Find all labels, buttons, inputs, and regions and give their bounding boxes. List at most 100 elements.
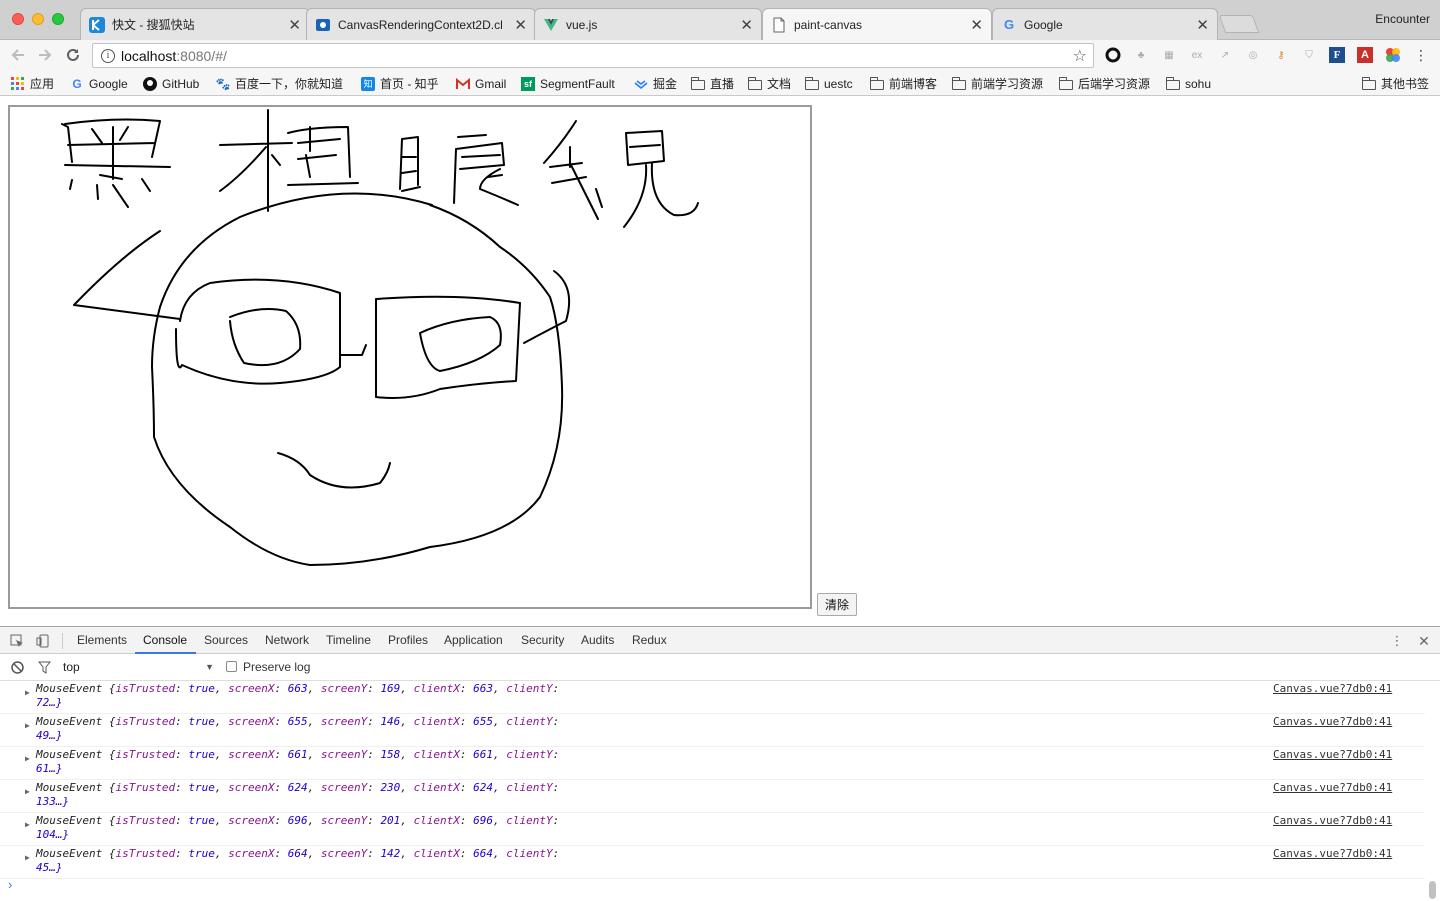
expand-triangle-icon[interactable]: ▶	[25, 721, 30, 730]
expand-triangle-icon[interactable]: ▶	[25, 820, 30, 829]
clear-console-icon[interactable]	[8, 658, 26, 676]
bookmark-other-folder[interactable]: 其他书签	[1362, 75, 1429, 92]
paint-canvas[interactable]	[8, 105, 812, 609]
console-log-row[interactable]: ▶ MouseEvent {isTrusted: true, screenX: 6…	[0, 714, 1425, 747]
external-link-extension-icon[interactable]: ↗	[1217, 47, 1233, 63]
tab-title: paint-canvas	[794, 17, 863, 32]
bookmark-folder-backend-resources[interactable]: 后端学习资源	[1059, 75, 1150, 92]
devtools-tab-security[interactable]: Security	[521, 633, 564, 647]
back-button[interactable]	[7, 44, 29, 66]
log-source-link[interactable]: Canvas.vue?7db0:41	[1273, 781, 1392, 794]
ex-extension-icon[interactable]: ex	[1189, 47, 1205, 63]
close-devtools-icon[interactable]: ✕	[1415, 632, 1433, 650]
bookmark-label: 前端博客	[889, 77, 938, 91]
bookmark-label: GitHub	[162, 76, 200, 91]
bookmark-star-icon[interactable]: ☆	[1073, 46, 1087, 66]
devtools-tab-network[interactable]: Network	[265, 633, 309, 647]
page-icon	[771, 17, 787, 33]
devtools-tab-application[interactable]: Application	[444, 633, 503, 647]
bookmark-folder-sohu[interactable]: sohu	[1166, 75, 1211, 92]
log-colon: :	[175, 715, 189, 728]
log-source-link[interactable]: Canvas.vue?7db0:41	[1273, 847, 1392, 860]
devtools-menu-icon[interactable]: ⋮	[1388, 632, 1406, 650]
devtools-tab-sources[interactable]: Sources	[204, 633, 248, 647]
expand-triangle-icon[interactable]: ▶	[25, 754, 30, 763]
address-bar[interactable]: i localhost:8080/#/ ☆	[92, 43, 1094, 68]
f-extension-icon[interactable]: F	[1329, 47, 1345, 63]
bookmark-folder-uestc[interactable]: uestc	[805, 75, 853, 92]
log-value: 169	[380, 682, 401, 695]
log-source-link[interactable]: Canvas.vue?7db0:41	[1273, 682, 1392, 695]
console-scrollbar[interactable]	[1428, 681, 1436, 901]
new-tab-button[interactable]	[1218, 15, 1260, 33]
browser-tab-kuaizhan[interactable]: 快文 - 搜狐快站 ✕	[80, 8, 310, 40]
key-extension-icon[interactable]: ⚷	[1273, 47, 1289, 63]
clear-button[interactable]: 清除	[817, 593, 857, 616]
bookmark-github[interactable]: GitHub	[143, 75, 199, 92]
grid-extension-icon[interactable]: ▦	[1161, 47, 1177, 63]
reload-button[interactable]	[62, 44, 84, 66]
a-extension-icon[interactable]: A	[1357, 47, 1373, 63]
spiral-extension-icon[interactable]: ◎	[1245, 47, 1261, 63]
log-value: 663	[473, 682, 494, 695]
expand-triangle-icon[interactable]: ▶	[25, 853, 30, 862]
browser-tab-paint-canvas[interactable]: paint-canvas ✕	[762, 8, 992, 40]
close-icon[interactable]: ✕	[514, 16, 527, 34]
log-source-link[interactable]: Canvas.vue?7db0:41	[1273, 715, 1392, 728]
forward-button[interactable]	[34, 44, 56, 66]
console-log-row[interactable]: ▶ MouseEvent {isTrusted: true, screenX: 6…	[0, 681, 1425, 714]
devtools-tab-elements[interactable]: Elements	[77, 633, 127, 647]
context-selector[interactable]: top ▼	[60, 658, 214, 676]
window-close-button[interactable]	[12, 13, 24, 25]
tree-extension-icon[interactable]: ♣	[1133, 47, 1149, 63]
filter-icon[interactable]	[35, 658, 53, 676]
expand-triangle-icon[interactable]: ▶	[25, 688, 30, 697]
shield-extension-icon[interactable]: ⛉	[1301, 47, 1317, 63]
bookmark-folder-wendang[interactable]: 文档	[748, 75, 791, 92]
bookmark-folder-frontend-blog[interactable]: 前端博客	[870, 75, 937, 92]
log-source-link[interactable]: Canvas.vue?7db0:41	[1273, 748, 1392, 761]
browser-tab-canvasrendering[interactable]: CanvasRenderingContext2D.cl ✕	[306, 8, 536, 40]
browser-tab-vuejs[interactable]: vue.js ✕	[534, 8, 762, 40]
expand-triangle-icon[interactable]: ▶	[25, 787, 30, 796]
devtools-tab-console[interactable]: Console	[143, 633, 187, 647]
log-source-link[interactable]: Canvas.vue?7db0:41	[1273, 814, 1392, 827]
window-zoom-button[interactable]	[52, 13, 64, 25]
log-colon: :	[459, 814, 474, 827]
log-value: true	[188, 847, 215, 860]
info-icon[interactable]: i	[101, 48, 115, 63]
scroll-thumb[interactable]	[1429, 881, 1436, 899]
bookmark-baidu[interactable]: 🐾 百度一下，你就知道	[216, 75, 343, 92]
log-colon: :	[459, 748, 474, 761]
bookmark-folder-frontend-resources[interactable]: 前端学习资源	[952, 75, 1043, 92]
close-icon[interactable]: ✕	[1196, 16, 1209, 34]
devtools-tab-redux[interactable]: Redux	[632, 633, 667, 647]
close-icon[interactable]: ✕	[288, 16, 301, 34]
bookmark-gmail[interactable]: Gmail	[456, 75, 506, 92]
profile-name[interactable]: Encounter	[1375, 12, 1430, 26]
bookmark-zhihu[interactable]: 知 首页 - 知乎	[361, 75, 439, 92]
devtools-tab-profiles[interactable]: Profiles	[388, 633, 428, 647]
console-log-row[interactable]: ▶ MouseEvent {isTrusted: true, screenX: 6…	[0, 747, 1425, 780]
bookmark-juejin[interactable]: 掘金	[634, 75, 677, 92]
preserve-log-checkbox[interactable]	[226, 661, 237, 672]
bookmark-segmentfault[interactable]: sf SegmentFault	[521, 75, 615, 92]
pinwheel-extension-icon[interactable]	[1385, 47, 1401, 63]
console-prompt-icon[interactable]: ›	[8, 877, 12, 892]
console-log-row[interactable]: ▶ MouseEvent {isTrusted: true, screenX: 6…	[0, 780, 1425, 813]
bookmark-google[interactable]: G Google	[70, 75, 127, 92]
console-log-row[interactable]: ▶ MouseEvent {isTrusted: true, screenX: 6…	[0, 846, 1425, 879]
window-minimize-button[interactable]	[32, 13, 44, 25]
console-log-row[interactable]: ▶ MouseEvent {isTrusted: true, screenX: 6…	[0, 813, 1425, 846]
menu-icon[interactable]: ⋮	[1413, 47, 1429, 63]
bookmark-folder-zhibo[interactable]: 直播	[691, 75, 734, 92]
close-icon[interactable]: ✕	[970, 16, 983, 34]
browser-tab-google[interactable]: G Google ✕	[992, 8, 1218, 40]
devtools-tab-audits[interactable]: Audits	[581, 633, 614, 647]
close-icon[interactable]: ✕	[740, 16, 753, 34]
inspect-element-icon[interactable]	[8, 632, 26, 650]
circle-extension-icon[interactable]	[1105, 47, 1121, 63]
device-toolbar-icon[interactable]	[34, 632, 52, 650]
devtools-tab-timeline[interactable]: Timeline	[326, 633, 371, 647]
bookmark-apps[interactable]: 应用	[11, 75, 54, 92]
